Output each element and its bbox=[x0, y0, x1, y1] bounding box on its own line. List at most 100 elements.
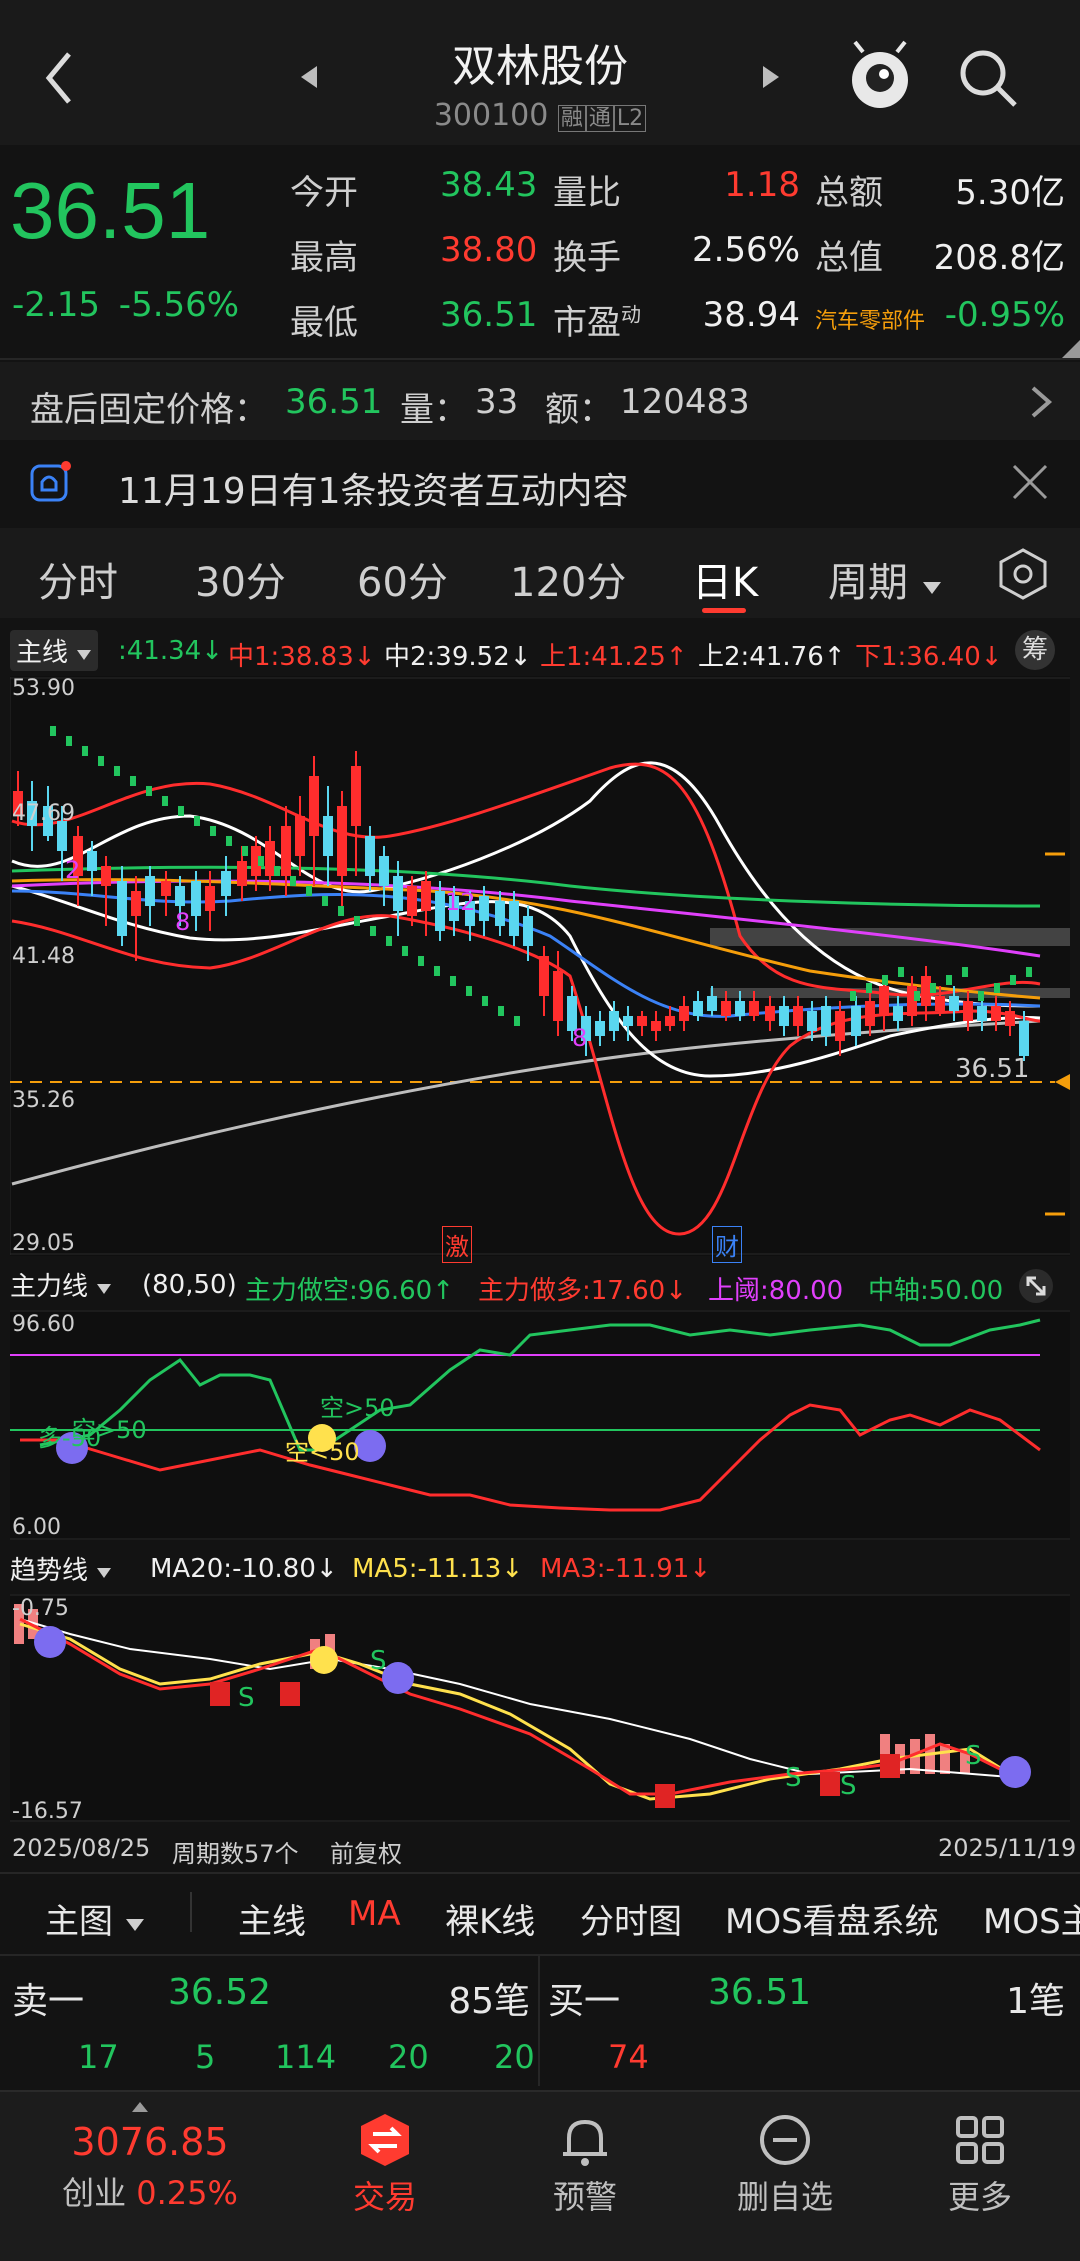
notice-bar[interactable]: 11月19日有1条投资者互动内容 bbox=[0, 442, 1080, 522]
toolbar-item-mos-main[interactable]: MOS主 bbox=[983, 1894, 1080, 1943]
sell1-price: 36.52 bbox=[168, 1972, 272, 2013]
sector-name: 汽车零部件 bbox=[815, 309, 926, 334]
tab-60min[interactable]: 60分 bbox=[357, 550, 448, 608]
chart-toolbar: 主图 主线 MA 裸K线 分时图 MOS看盘系统 MOS主 bbox=[0, 1872, 1080, 1956]
mi-value-3: 上1:41.25↑ bbox=[540, 642, 688, 672]
settings-hex-icon[interactable] bbox=[995, 546, 1051, 602]
zhuli-name: 主力线 bbox=[10, 1272, 89, 1302]
sar-dot bbox=[258, 856, 264, 866]
toolbar-item-zhuxian[interactable]: 主线 bbox=[238, 1894, 306, 1943]
adjust-mode[interactable]: 前复权 bbox=[330, 1834, 402, 1869]
tab-daily-k[interactable]: 日K bbox=[692, 550, 758, 608]
pe-label: 市盈动 bbox=[553, 295, 641, 344]
after-hours-label: 盘后固定价格： bbox=[30, 390, 268, 430]
trend-y-bottom: -16.57 bbox=[12, 1799, 83, 1824]
after-hours-row[interactable]: 盘后固定价格： 36.51 量： 33 额： 120483 bbox=[0, 362, 1080, 440]
toolbar-item-ma[interactable]: MA bbox=[348, 1894, 401, 1934]
period-tabs: 分时 30分 60分 120分 日K 周期 bbox=[0, 528, 1080, 618]
sar-dot bbox=[322, 896, 328, 906]
event-tag-cai[interactable]: 财 bbox=[712, 1226, 742, 1263]
candle-body bbox=[921, 976, 931, 1006]
mi-value-0: :41.34↓ bbox=[118, 636, 223, 666]
zhuli-select[interactable]: 主力线 bbox=[10, 1266, 112, 1303]
nav-alert[interactable]: 预警 bbox=[530, 2112, 640, 2218]
tab-period[interactable]: 周期 bbox=[828, 550, 943, 608]
svg-text:S: S bbox=[238, 1683, 255, 1713]
toolbar-item-mos[interactable]: MOS看盘系统 bbox=[725, 1894, 939, 1943]
pe-value: 38.94 bbox=[702, 295, 800, 335]
volume-ratio-label: 量比 bbox=[553, 173, 621, 213]
trend-chart[interactable]: S S S S S -0.75 -16.57 bbox=[10, 1594, 1070, 1824]
candle-body bbox=[595, 1021, 605, 1036]
candlestick-chart[interactable]: 53.90 47.69 41.48 35.26 29.05 36.51 激 财 … bbox=[10, 676, 1070, 1263]
expand-icon[interactable] bbox=[1018, 1268, 1054, 1304]
trade-icon bbox=[361, 2114, 409, 2166]
close-icon[interactable] bbox=[1010, 462, 1050, 502]
candle-body bbox=[175, 886, 185, 906]
tag-tong: 通 bbox=[585, 105, 614, 132]
sar-dot bbox=[482, 996, 488, 1006]
zhuli-chart[interactable]: 96.60 6.00 多-50 空>50 空>50 空<50 bbox=[10, 1310, 1070, 1540]
index-widget[interactable]: 3076.85 创业 0.25% bbox=[40, 2120, 260, 2214]
candle-body bbox=[323, 816, 333, 856]
sell1-count: 85笔 bbox=[448, 1981, 530, 2022]
nav-remove-watch[interactable]: 删自选 bbox=[725, 2112, 845, 2218]
next-stock-button[interactable] bbox=[755, 62, 785, 96]
tab-120min[interactable]: 120分 bbox=[510, 550, 626, 608]
robot-assistant-button[interactable] bbox=[845, 38, 915, 116]
candle-body bbox=[651, 1021, 661, 1031]
buy1-label: 买一 bbox=[548, 1981, 621, 2022]
main-indicator-select[interactable]: 主线 bbox=[10, 630, 99, 671]
chip-button[interactable]: 筹 bbox=[1015, 630, 1055, 670]
candlestick-svg bbox=[10, 677, 1070, 1255]
candle-body bbox=[679, 1006, 689, 1021]
search-button[interactable] bbox=[955, 45, 1021, 115]
sar-dot bbox=[114, 766, 120, 776]
candle-body bbox=[1005, 1011, 1015, 1026]
caret-down-icon bbox=[922, 582, 941, 594]
trend-value-0: MA20:-10.80↓ bbox=[150, 1554, 338, 1584]
stock-code-row: 300100 融通 L2 bbox=[400, 98, 680, 133]
search-icon bbox=[960, 50, 1017, 107]
candle-body bbox=[205, 886, 215, 911]
candle-body bbox=[693, 1001, 703, 1016]
candle-body bbox=[893, 1006, 903, 1021]
caret-down-icon bbox=[97, 1284, 112, 1294]
main-chart-select[interactable]: 主图 bbox=[45, 1894, 146, 1943]
index-value: 3076.85 bbox=[71, 2120, 229, 2164]
sar-dot bbox=[882, 975, 888, 985]
sector-link[interactable]: 汽车零部件 bbox=[815, 303, 925, 335]
triangle-right-icon bbox=[763, 66, 779, 88]
buy1-price: 36.51 bbox=[708, 1972, 812, 2013]
sar-dot bbox=[194, 816, 200, 826]
prev-stock-button[interactable] bbox=[295, 62, 325, 96]
amount-value: 5.30亿 bbox=[955, 173, 1065, 213]
zhuli-value-3: 中轴:50.00 bbox=[868, 1276, 1004, 1306]
trend-select[interactable]: 趋势线 bbox=[10, 1550, 112, 1587]
tab-fenshi[interactable]: 分时 bbox=[38, 550, 118, 608]
sar-dot bbox=[162, 796, 168, 806]
back-button[interactable] bbox=[35, 40, 85, 110]
sar-dot bbox=[1026, 967, 1032, 977]
sar-dot bbox=[178, 806, 184, 816]
chevron-right-icon bbox=[1031, 386, 1053, 418]
nav-more[interactable]: 更多 bbox=[925, 2112, 1035, 2218]
toolbar-item-bare-k[interactable]: 裸K线 bbox=[445, 1894, 535, 1943]
candle-body bbox=[281, 826, 291, 876]
zhuli-anno-2: 空>50 bbox=[320, 1394, 395, 1422]
candle-body bbox=[131, 891, 141, 916]
sar-dot bbox=[242, 846, 248, 856]
zhuli-params: (80,50) bbox=[142, 1270, 237, 1300]
candle-body bbox=[779, 1006, 789, 1026]
nav-trade[interactable]: 交易 bbox=[330, 2112, 440, 2218]
candle-body bbox=[735, 1001, 745, 1016]
event-tag-ji[interactable]: 激 bbox=[442, 1226, 472, 1263]
tab-30min[interactable]: 30分 bbox=[195, 550, 286, 608]
sar-dot bbox=[1010, 975, 1016, 985]
toolbar-item-fenshitu[interactable]: 分时图 bbox=[580, 1894, 682, 1943]
sar-dot bbox=[226, 836, 232, 846]
candle-body bbox=[851, 1006, 861, 1036]
stock-name: 双林股份 bbox=[452, 41, 628, 92]
open-label: 今开 bbox=[290, 173, 358, 213]
sar-dot bbox=[434, 966, 440, 976]
